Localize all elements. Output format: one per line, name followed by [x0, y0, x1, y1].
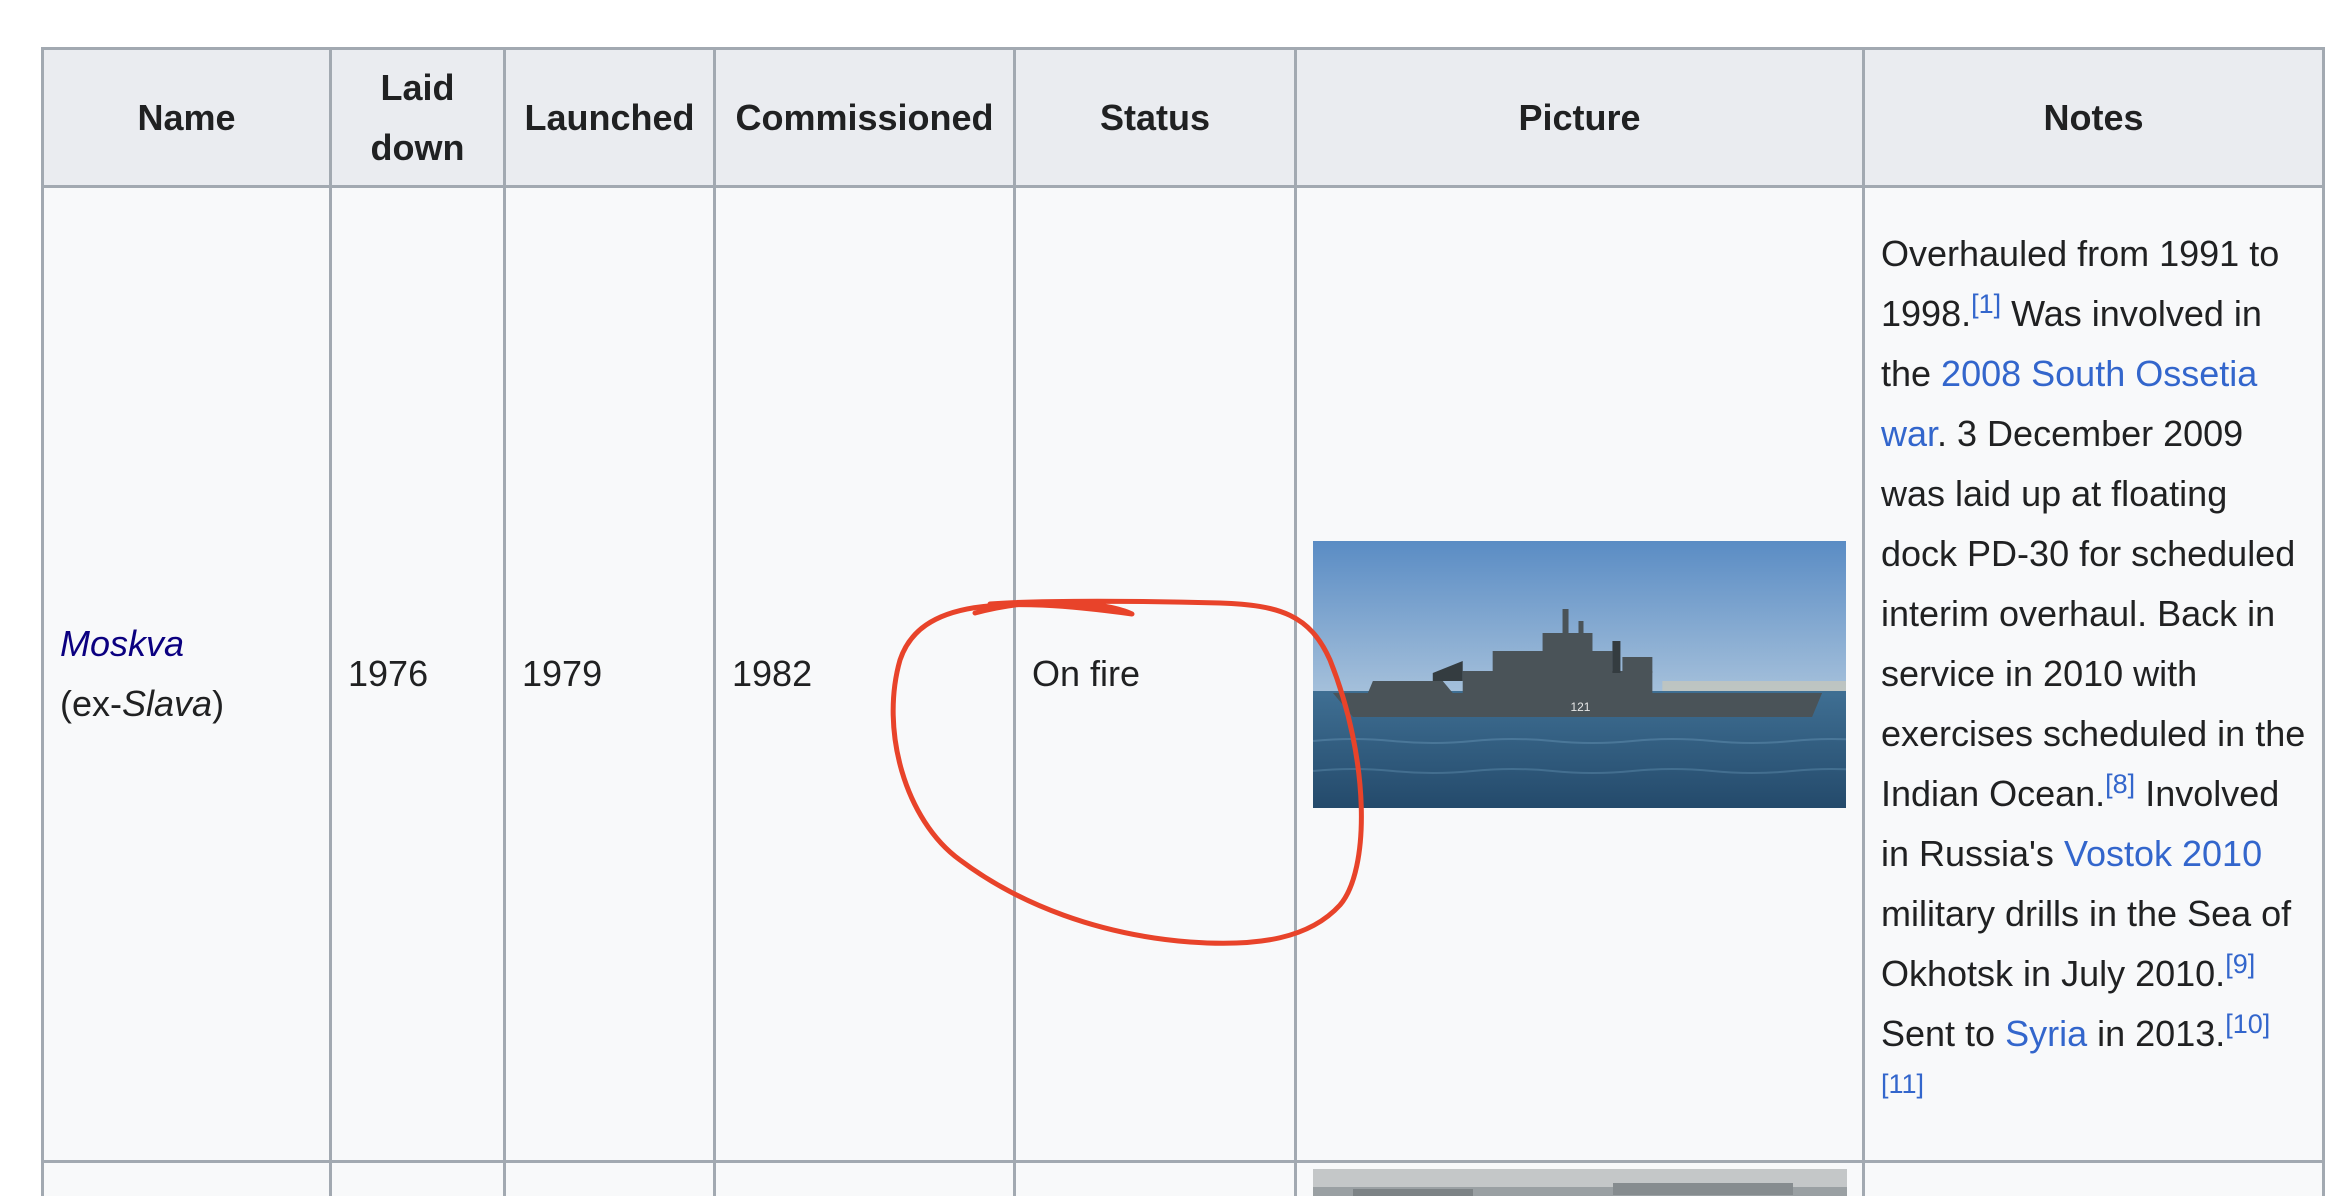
notes-text: in 2013. [2087, 1013, 2226, 1054]
name-cell: Moskva (ex-Slava) [41, 185, 332, 1163]
link-syria[interactable]: Syria [2005, 1013, 2087, 1054]
header-laid-down-line2: down [370, 126, 465, 168]
laid-down-cell [329, 1160, 506, 1196]
ship-table: Name Laid down Launched Commissioned Stat… [41, 47, 2325, 1196]
notes-text: . 3 December 2009 was laid up at floatin… [1881, 413, 2306, 814]
header-notes[interactable]: Notes [1862, 47, 2325, 188]
status-cell [1013, 1160, 1297, 1196]
laid-down-cell: 1976 [329, 185, 506, 1163]
notes-cell [1862, 1160, 2325, 1196]
former-name-prefix: (ex- [60, 683, 122, 724]
ship-photo[interactable] [1313, 1169, 1847, 1196]
header-status[interactable]: Status [1013, 47, 1297, 188]
page: Name Laid down Launched Commissioned Stat… [0, 0, 2348, 1196]
hull-number: 121 [1571, 699, 1591, 713]
ref-link[interactable]: [11] [1881, 1069, 1924, 1099]
picture-cell [1294, 1160, 1865, 1196]
picture-cell: 121 [1294, 185, 1865, 1163]
commissioned-cell: 1982 [713, 185, 1016, 1163]
header-picture[interactable]: Picture [1294, 47, 1865, 188]
ship-photo[interactable]: 121 [1313, 540, 1846, 808]
status-cell: On fire [1013, 185, 1297, 1163]
launched-cell: 1979 [503, 185, 716, 1163]
former-name-suffix: ) [212, 683, 225, 724]
table-row [41, 1160, 2325, 1196]
header-launched[interactable]: Launched [503, 47, 716, 188]
commissioned-cell [713, 1160, 1016, 1196]
notes-cell: Overhauled from 1991 to 1998.[1] Was inv… [1862, 185, 2325, 1163]
ref-link[interactable]: [9] [2225, 949, 2255, 979]
notes-text: Sent to [1881, 1013, 2006, 1054]
ref-link[interactable]: [1] [1971, 289, 2001, 319]
link-vostok-2010[interactable]: Vostok 2010 [2064, 833, 2262, 874]
table-row: Moskva (ex-Slava) 1976 1979 1982 On fire [41, 185, 2325, 1163]
ref-link[interactable]: [10] [2225, 1009, 2270, 1039]
ref-link[interactable]: [8] [2105, 769, 2135, 799]
header-name[interactable]: Name [41, 47, 332, 188]
header-commissioned[interactable]: Commissioned [713, 47, 1016, 188]
ship-name-link[interactable]: Moskva [60, 623, 184, 664]
header-row: Name Laid down Launched Commissioned Stat… [41, 47, 2325, 188]
name-cell [41, 1160, 332, 1196]
launched-cell [503, 1160, 716, 1196]
header-laid-down-line1: Laid [380, 66, 455, 108]
header-laid-down[interactable]: Laid down [329, 47, 506, 188]
former-name: Slava [122, 683, 213, 724]
